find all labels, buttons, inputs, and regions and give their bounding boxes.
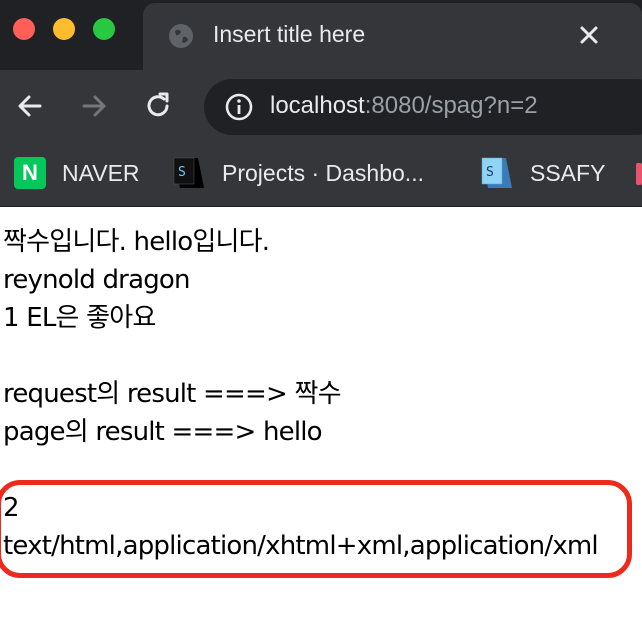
bookmark-label: NAVER [62, 159, 140, 186]
bookmark-ssafy[interactable]: S SSAFY [480, 155, 605, 191]
back-arrow-icon[interactable] [14, 90, 46, 122]
forward-arrow-icon[interactable] [78, 90, 110, 122]
text-line: 1 EL은 좋아요 [3, 303, 156, 333]
text-line: request의 result ===> 짝수 [3, 379, 341, 409]
bookmark-naver[interactable]: N NAVER [14, 155, 140, 191]
bookmark-overflow-icon[interactable] [636, 163, 642, 185]
tab-title: Insert title here [213, 21, 366, 47]
bookmark-label: SSAFY [530, 159, 606, 186]
browser-toolbar: localhost:8080/spag?n=2 [0, 70, 642, 145]
bookmarks-bar: N NAVER S Projects · Dashbo... S SSAFY [0, 145, 642, 207]
url-host: localhost [270, 92, 365, 119]
title-bar: Insert title here [0, 0, 642, 70]
bookmark-label: Projects · Dashbo... [222, 159, 424, 186]
window-close-button[interactable] [13, 18, 35, 40]
text-line: page의 result ===> hello [3, 417, 323, 447]
ssafy-icon-letter: S [178, 165, 186, 180]
ssafy-icon-letter: S [486, 165, 494, 180]
text-line: 짝수입니다. hello입니다. [3, 227, 270, 257]
window-zoom-button[interactable] [93, 18, 115, 40]
url-text[interactable]: localhost:8080/spag?n=2 [270, 92, 538, 120]
ssafy-icon: S [173, 157, 204, 188]
naver-icon: N [14, 157, 46, 189]
reload-icon[interactable] [142, 90, 174, 122]
address-bar[interactable]: localhost:8080/spag?n=2 [204, 79, 642, 135]
browser-tab[interactable]: Insert title here [143, 3, 642, 70]
text-line: reynold dragon [3, 265, 191, 295]
bookmark-projects-dashboard[interactable]: S Projects · Dashbo... [172, 155, 424, 191]
ssafy-icon: S [481, 157, 512, 188]
url-path: :8080/spag?n=2 [364, 92, 538, 119]
info-icon[interactable] [224, 92, 254, 122]
globe-icon [169, 24, 193, 48]
window-minimize-button[interactable] [53, 18, 75, 40]
close-icon[interactable] [575, 21, 603, 49]
red-highlight-box [0, 480, 632, 578]
